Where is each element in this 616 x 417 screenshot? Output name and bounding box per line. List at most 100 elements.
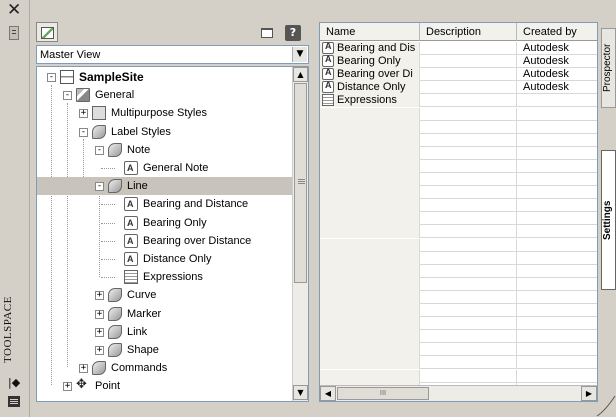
table-row[interactable]: Bearing Only Autodesk bbox=[320, 55, 597, 69]
cell-description bbox=[420, 330, 517, 344]
table-row bbox=[320, 146, 597, 160]
tree-node[interactable]: General Note bbox=[37, 159, 292, 177]
label-style-icon bbox=[322, 42, 334, 54]
cell-created-by bbox=[517, 108, 597, 121]
scroll-up-button[interactable]: ▲ bbox=[293, 67, 308, 82]
tree-node-label: General Note bbox=[143, 162, 209, 174]
tree-node[interactable]: + Multipurpose Styles bbox=[37, 104, 292, 122]
cell-created-by bbox=[517, 317, 597, 330]
auto-hide-icon[interactable] bbox=[9, 26, 19, 40]
column-header-description[interactable]: Description bbox=[420, 23, 517, 41]
cell-created-by: Autodesk bbox=[517, 68, 597, 81]
tree-node[interactable]: + Link bbox=[37, 323, 292, 341]
cell-created-by bbox=[517, 160, 597, 173]
scroll-down-button[interactable]: ▼ bbox=[293, 385, 308, 400]
tree-node[interactable]: + Point bbox=[37, 375, 292, 395]
tree-node[interactable]: Bearing and Distance bbox=[37, 195, 292, 213]
tree-connector bbox=[101, 259, 115, 260]
tree-node[interactable]: - General bbox=[37, 86, 292, 104]
tree-node[interactable]: Distance Only bbox=[37, 250, 292, 268]
cell-description bbox=[420, 199, 517, 213]
cell-created-by bbox=[517, 94, 597, 107]
cell-description bbox=[420, 277, 517, 291]
cell-created-by bbox=[517, 370, 597, 383]
dock-arrow-icon[interactable]: |◆ bbox=[8, 376, 20, 389]
tab-settings[interactable]: Settings bbox=[601, 150, 616, 290]
scroll-thumb[interactable] bbox=[294, 83, 307, 283]
table-row[interactable]: Bearing and Dis Autodesk bbox=[320, 42, 597, 55]
collapse-icon[interactable]: - bbox=[79, 127, 88, 137]
expand-icon[interactable]: + bbox=[79, 364, 88, 374]
column-header-name[interactable]: Name bbox=[320, 23, 420, 41]
grid-horizontal-scrollbar[interactable]: ◀ III ▶ bbox=[320, 385, 597, 401]
tree-node[interactable]: - Label Styles bbox=[37, 123, 292, 141]
expand-icon[interactable]: + bbox=[79, 109, 88, 119]
scroll-left-button[interactable]: ◀ bbox=[320, 386, 336, 401]
tree-node[interactable]: Expressions bbox=[37, 268, 292, 286]
view-toggle-button[interactable] bbox=[36, 22, 58, 42]
tree-node-label: Multipurpose Styles bbox=[111, 107, 207, 120]
close-icon[interactable]: ✕ bbox=[7, 2, 21, 19]
cell-name bbox=[320, 369, 420, 383]
cell-created-by bbox=[517, 252, 597, 265]
tree-node[interactable]: - Note bbox=[37, 141, 292, 159]
tree-body: - SampleSite - General + Multipurpose Styles -… bbox=[37, 67, 294, 401]
cell-name: Bearing and Dis bbox=[320, 42, 420, 55]
expressions-icon bbox=[124, 270, 138, 285]
settings-tree[interactable]: - SampleSite - General + Multipurpose Styles -… bbox=[36, 66, 309, 402]
collapse-icon[interactable]: - bbox=[95, 145, 104, 155]
expand-icon[interactable]: + bbox=[95, 309, 104, 319]
cell-description bbox=[420, 225, 517, 239]
cell-name-text: Bearing over Di bbox=[337, 68, 413, 81]
cell-name bbox=[320, 212, 420, 226]
tree-node[interactable]: + Curve bbox=[37, 286, 292, 304]
view-select-value: Master View bbox=[40, 49, 101, 61]
tree-node-label: SampleSite bbox=[79, 70, 144, 84]
style-folder-icon bbox=[108, 179, 122, 194]
expand-icon[interactable]: + bbox=[63, 382, 72, 392]
label-style-icon bbox=[124, 232, 138, 250]
expand-icon[interactable]: + bbox=[95, 346, 104, 355]
table-row bbox=[320, 159, 597, 173]
tree-node-label: Marker bbox=[127, 307, 162, 320]
help-icon[interactable]: ? bbox=[285, 25, 301, 41]
collapse-icon[interactable]: - bbox=[63, 91, 72, 101]
label-style-icon bbox=[322, 81, 334, 94]
collapse-icon[interactable]: - bbox=[95, 182, 104, 192]
table-row bbox=[320, 304, 597, 317]
tree-node[interactable]: Bearing over Distance bbox=[37, 232, 292, 250]
tree-node[interactable]: - SampleSite bbox=[37, 68, 292, 86]
cell-description bbox=[420, 186, 517, 200]
tree-node[interactable]: + Shape bbox=[37, 341, 292, 359]
view-select[interactable]: Master View ▼ bbox=[36, 45, 309, 64]
table-row[interactable]: Distance Only Autodesk bbox=[320, 81, 597, 95]
tree-node[interactable]: - Line bbox=[37, 177, 294, 196]
cell-name bbox=[320, 356, 420, 370]
general-icon bbox=[76, 88, 90, 103]
table-row bbox=[320, 290, 597, 304]
properties-menu-icon[interactable] bbox=[8, 396, 20, 407]
tree-node-label: Bearing and Distance bbox=[143, 198, 249, 211]
column-header-created-by[interactable]: Created by bbox=[517, 23, 597, 41]
tree-node[interactable]: Bearing Only bbox=[37, 214, 292, 232]
chevron-down-icon[interactable]: ▼ bbox=[292, 47, 307, 62]
tree-connector bbox=[101, 168, 115, 169]
table-row[interactable]: Bearing over Di Autodesk bbox=[320, 68, 597, 82]
tree-node-label: Bearing over Distance bbox=[143, 234, 252, 247]
tab-prospector[interactable]: Prospector bbox=[601, 28, 616, 108]
tree-connector bbox=[101, 240, 115, 242]
window-icon[interactable] bbox=[261, 28, 273, 38]
cell-name bbox=[320, 159, 420, 173]
style-folder-icon bbox=[108, 343, 122, 357]
cell-name-text: Expressions bbox=[337, 94, 397, 107]
tree-vertical-scrollbar[interactable]: ▲ ▼ bbox=[292, 67, 308, 401]
resize-grip-icon[interactable] bbox=[595, 393, 616, 417]
collapse-icon[interactable]: - bbox=[47, 73, 56, 82]
hscroll-thumb[interactable]: III bbox=[337, 387, 429, 400]
table-row[interactable]: Expressions bbox=[320, 94, 597, 108]
cell-description bbox=[420, 343, 517, 357]
tree-node[interactable]: + Marker bbox=[37, 305, 292, 323]
label-style-icon bbox=[124, 159, 138, 177]
expand-icon[interactable]: + bbox=[95, 327, 104, 337]
expand-icon[interactable]: + bbox=[95, 291, 104, 301]
